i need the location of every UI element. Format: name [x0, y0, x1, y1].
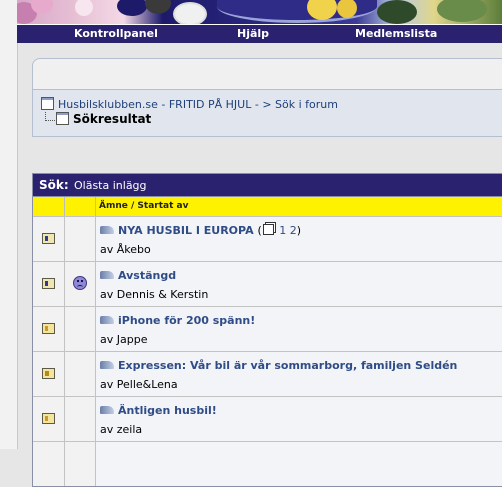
breadcrumb-search-link[interactable]: Sök i forum [275, 98, 338, 111]
page-link[interactable]: 1 [279, 224, 286, 237]
results-header-value: Olästa inlägg [74, 179, 147, 192]
topic-author: av Pelle&Lena [100, 378, 178, 391]
page-title: Sökresultat [73, 112, 152, 126]
site-banner [17, 0, 502, 24]
top-empty-panel [32, 58, 502, 91]
goto-newest-post-icon[interactable] [100, 316, 114, 324]
breadcrumb: Husbilsklubben.se - FRITID PÅ HJUL - > S… [32, 89, 502, 137]
folder-new-posts-icon [42, 233, 55, 244]
topic-title-link[interactable]: iPhone för 200 spänn! [100, 314, 255, 327]
table-row: iPhone för 200 spänn! av Jappe [33, 306, 502, 351]
multipage-icon [262, 224, 274, 235]
folder-new-posts-icon [42, 278, 55, 289]
page-link[interactable]: 2 [290, 224, 297, 237]
topic-author: av Åkebo [100, 243, 151, 256]
topic-title-link[interactable]: NYA HUSBIL I EUROPA ( 1 2) [100, 224, 301, 237]
breadcrumb-current: Sökresultat [45, 112, 151, 126]
goto-newest-post-icon[interactable] [100, 406, 114, 414]
folder-icon [42, 323, 55, 334]
topic-title-link[interactable]: Avstängd [100, 269, 176, 282]
topic-title-link[interactable]: Expressen: Vår bil är vår sommarborg, fa… [100, 359, 457, 372]
page-icon [56, 112, 69, 125]
column-title[interactable]: Ämne / Startat av [99, 201, 188, 211]
nav-memberlist[interactable]: Medlemslista [355, 27, 437, 40]
table-row [33, 441, 502, 486]
results-header: Sök: Olästa inlägg [33, 174, 502, 196]
topic-pages: ( 1 2) [257, 224, 302, 237]
table-row: Äntligen husbil! av zeila [33, 396, 502, 441]
folder-icon [42, 413, 55, 424]
breadcrumb-site-link[interactable]: Husbilsklubben.se - FRITID PÅ HJUL - [58, 98, 259, 111]
topic-author: av Dennis & Kerstin [100, 288, 209, 301]
table-row: NYA HUSBIL I EUROPA ( 1 2) av Åkebo [33, 216, 502, 261]
sad-smiley-icon [73, 276, 87, 290]
breadcrumb-separator: > [262, 98, 272, 111]
tree-branch-icon [45, 112, 55, 121]
results-table: Sök: Olästa inlägg Ämne / Startat av NYA… [32, 173, 502, 487]
top-navbar: Kontrollpanel Hjälp Medlemslista [17, 24, 502, 43]
table-row: Expressen: Vår bil är vår sommarborg, fa… [33, 351, 502, 396]
topic-author: av Jappe [100, 333, 148, 346]
left-scroll-edge [0, 0, 18, 449]
goto-newest-post-icon[interactable] [100, 226, 114, 234]
goto-newest-post-icon[interactable] [100, 361, 114, 369]
breadcrumb-path: Husbilsklubben.se - FRITID PÅ HJUL - > S… [41, 97, 338, 111]
nav-kontrollpanel[interactable]: Kontrollpanel [74, 27, 158, 40]
folder-moved-icon [42, 368, 55, 379]
nav-help[interactable]: Hjälp [237, 27, 269, 40]
table-row: Avstängd av Dennis & Kerstin [33, 261, 502, 306]
page-icon [41, 97, 54, 110]
goto-newest-post-icon[interactable] [100, 271, 114, 279]
topic-author: av zeila [100, 423, 143, 436]
topic-title-link[interactable]: Äntligen husbil! [100, 404, 217, 417]
results-header-label: Sök: [39, 178, 69, 192]
column-header-row: Ämne / Startat av [33, 196, 502, 216]
